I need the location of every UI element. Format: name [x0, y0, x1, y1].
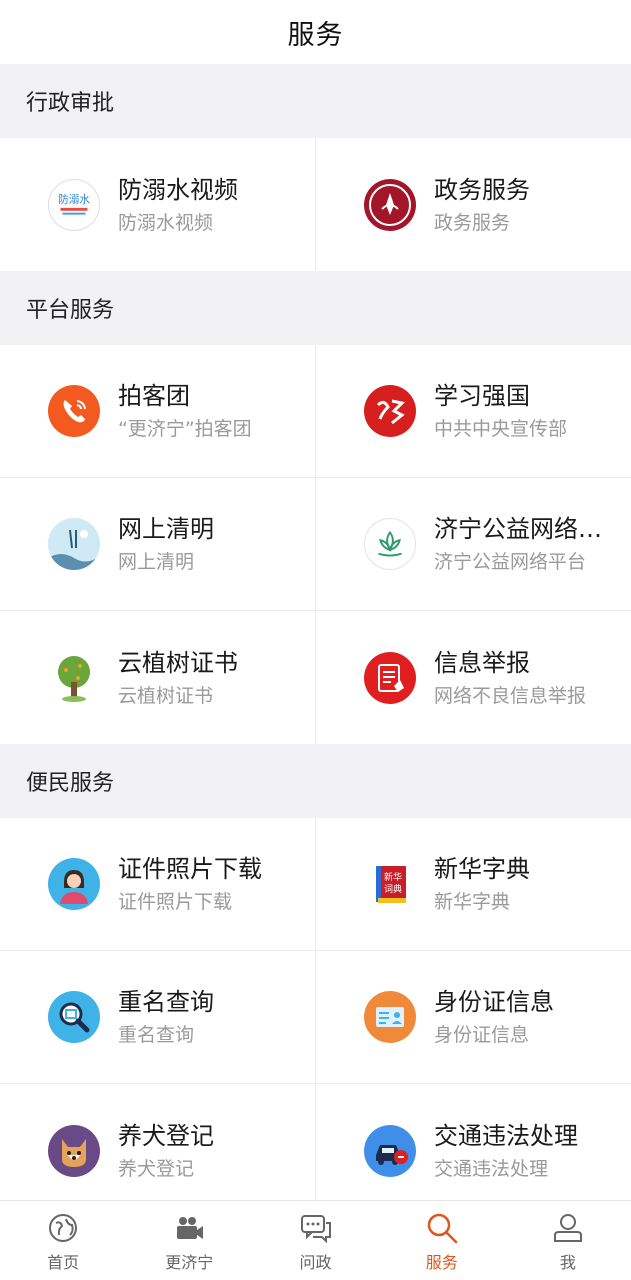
service-title: 重名查询 — [118, 988, 214, 1016]
dictionary-book-icon: 新华 词典 — [364, 858, 416, 910]
id-photo-person-icon — [48, 858, 100, 910]
service-item-id-card-info[interactable]: 身份证信息 身份证信息 — [316, 951, 631, 1084]
service-title: 云植树证书 — [118, 648, 238, 677]
service-title: 学习强国 — [434, 382, 530, 410]
service-title: 拍客团 — [118, 382, 190, 410]
svg-text:防溺水: 防溺水 — [58, 193, 90, 206]
service-title: 政务服务 — [434, 175, 530, 204]
section-title: 行政审批 — [26, 91, 115, 116]
service-subtitle: 中共中央宣传部 — [434, 418, 568, 440]
page-title: 服务 — [287, 19, 344, 51]
service-title: 身份证信息 — [434, 988, 554, 1016]
service-subtitle: 云植树证书 — [118, 684, 214, 707]
government-seal-icon — [364, 178, 416, 231]
name-search-magnifier-icon — [48, 991, 100, 1043]
service-item-government-service[interactable]: 政务服务 政务服务 — [316, 138, 631, 271]
section-grid-convenience-services: 证件照片下载 证件照片下载 新华 词典 新华字典 新华字典 重名查询 重名查询 … — [0, 818, 631, 1200]
svg-text:新华: 新华 — [384, 871, 402, 883]
car-violation-icon — [364, 1124, 416, 1177]
service-subtitle: 济宁公益网络平台 — [434, 551, 587, 573]
tab-home[interactable]: 首页 — [0, 1201, 126, 1280]
id-card-icon — [364, 991, 416, 1043]
service-title: 养犬登记 — [118, 1121, 214, 1150]
service-subtitle: 身份证信息 — [434, 1024, 530, 1046]
section-header-platform-services: 平台服务 — [0, 271, 631, 345]
video-camera-icon — [177, 1217, 204, 1239]
section-grid-admin-approval: 防溺水 防溺水视频 防溺水视频 政务服务 政务服务 — [0, 138, 631, 271]
service-item-xuexi[interactable]: 学习强国 中共中央宣传部 — [316, 345, 631, 478]
section-title: 便民服务 — [26, 771, 115, 796]
tab-label: 首页 — [47, 1253, 80, 1272]
service-item-xinhua-dictionary[interactable]: 新华 词典 新华字典 新华字典 — [316, 818, 631, 951]
service-item-id-photo[interactable]: 证件照片下载 证件照片下载 — [0, 818, 316, 951]
service-item-drowning-video[interactable]: 防溺水 防溺水视频 防溺水视频 — [0, 138, 316, 271]
service-subtitle: 网上清明 — [118, 551, 195, 573]
section-title: 平台服务 — [26, 298, 115, 323]
tab-wenzheng[interactable]: 问政 — [252, 1201, 378, 1280]
service-title: 证件照片下载 — [118, 855, 262, 883]
service-item-traffic-violation[interactable]: 交通违法处理 交通违法处理 — [316, 1084, 631, 1200]
service-subtitle: “更济宁”拍客团 — [118, 418, 252, 440]
service-item-cloud-tree[interactable]: 云植树证书 云植树证书 — [0, 611, 316, 744]
phone-icon — [48, 385, 100, 437]
tab-label: 服务 — [425, 1253, 458, 1272]
section-header-convenience-services: 便民服务 — [0, 744, 631, 818]
tab-me[interactable]: 我 — [505, 1201, 631, 1280]
top-bar: 服务 — [0, 0, 631, 64]
service-title: 防溺水视频 — [118, 175, 238, 204]
service-item-duplicate-name-query[interactable]: 重名查询 重名查询 — [0, 951, 316, 1084]
service-item-jining-charity[interactable]: 济宁公益网络… 济宁公益网络平台 — [316, 478, 631, 611]
service-item-paike[interactable]: 拍客团 “更济宁”拍客团 — [0, 345, 316, 478]
service-subtitle: 证件照片下载 — [118, 891, 233, 913]
report-document-icon — [364, 651, 416, 704]
section-header-admin-approval: 行政审批 — [0, 64, 631, 138]
service-item-info-report[interactable]: 信息举报 网络不良信息举报 — [316, 611, 631, 744]
service-list[interactable]: 行政审批 防溺水 防溺水视频 防溺水视频 政务服务 政务服务 平台服务 拍客团 … — [0, 64, 631, 1200]
search-icon — [427, 1213, 457, 1244]
chat-bubbles-icon — [300, 1215, 331, 1244]
service-title: 济宁公益网络… — [434, 515, 602, 543]
svg-text:词典: 词典 — [384, 883, 402, 895]
service-subtitle: 重名查询 — [118, 1024, 195, 1046]
service-subtitle: 养犬登记 — [118, 1157, 195, 1180]
section-grid-platform-services: 拍客团 “更济宁”拍客团 学习强国 中共中央宣传部 网上清明 网上清明 济宁公益… — [0, 345, 631, 744]
qingming-painting-icon — [48, 518, 100, 570]
bottom-tab-bar: 首页 更济宁 问政 服务 我 — [0, 1200, 631, 1280]
lotus-icon — [364, 518, 416, 570]
globe-icon — [49, 1214, 78, 1242]
service-item-online-qingming[interactable]: 网上清明 网上清明 — [0, 478, 316, 611]
service-item-dog-registration[interactable]: 养犬登记 养犬登记 — [0, 1084, 316, 1200]
service-subtitle: 政务服务 — [434, 211, 511, 234]
drowning-prevention-logo-icon: 防溺水 — [48, 178, 100, 231]
tab-label: 我 — [559, 1253, 576, 1272]
xuexi-logo-icon — [364, 385, 416, 437]
service-title: 新华字典 — [434, 855, 530, 883]
tab-services[interactable]: 服务 — [379, 1201, 505, 1280]
dog-face-icon — [48, 1124, 100, 1177]
tab-geng-jining[interactable]: 更济宁 — [126, 1201, 252, 1280]
user-icon — [553, 1214, 582, 1242]
service-subtitle: 防溺水视频 — [118, 211, 214, 234]
tree-icon — [48, 651, 100, 704]
tab-label: 问政 — [299, 1253, 332, 1272]
service-subtitle: 新华字典 — [434, 891, 511, 913]
service-subtitle: 交通违法处理 — [434, 1157, 549, 1180]
service-subtitle: 网络不良信息举报 — [434, 684, 587, 707]
tab-label: 更济宁 — [165, 1253, 214, 1272]
service-title: 交通违法处理 — [434, 1121, 578, 1150]
service-title: 网上清明 — [118, 515, 214, 543]
service-title: 信息举报 — [434, 648, 530, 677]
